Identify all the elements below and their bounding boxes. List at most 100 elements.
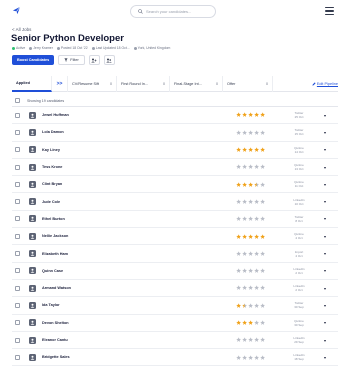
star-rating[interactable]: [236, 233, 265, 239]
row-checkbox[interactable]: [15, 302, 20, 308]
row-menu-caret-icon[interactable]: ▾: [324, 234, 326, 239]
row-menu-caret-icon[interactable]: ▾: [324, 251, 326, 256]
row-menu-caret-icon[interactable]: ▾: [324, 303, 326, 308]
star-icon[interactable]: [259, 285, 265, 291]
star-icon[interactable]: [236, 147, 242, 152]
star-rating[interactable]: [236, 164, 265, 170]
candidate-row[interactable]: Devon Shelton Quitme 30 Sep ▾: [12, 315, 338, 332]
tab-final-stage-interview[interactable]: Final-Stage Int... 0: [170, 75, 223, 92]
star-icon[interactable]: [253, 164, 259, 170]
candidate-name[interactable]: Eleanor Cantu: [42, 338, 68, 342]
star-rating[interactable]: [236, 354, 265, 360]
star-icon[interactable]: [259, 147, 265, 152]
star-icon[interactable]: [253, 130, 259, 135]
add-candidate-button[interactable]: [88, 55, 100, 65]
candidate-row[interactable]: Ethel Burton Twitter 8 Oct ▾: [12, 211, 338, 229]
star-icon[interactable]: [242, 130, 247, 135]
star-icon[interactable]: [248, 233, 253, 239]
candidate-name[interactable]: Ethel Burton: [42, 217, 65, 221]
candidate-row[interactable]: Jewel Huffman Twitter 25 Oct ▾: [12, 107, 338, 125]
search-input[interactable]: [146, 9, 214, 14]
star-icon[interactable]: [236, 216, 242, 222]
star-icon[interactable]: [242, 164, 247, 170]
candidate-row[interactable]: Jude Cole Linkedin 10 Oct ▾: [12, 193, 338, 211]
row-checkbox[interactable]: [15, 251, 20, 257]
star-icon[interactable]: [248, 320, 253, 325]
star-icon[interactable]: [259, 130, 265, 135]
row-checkbox[interactable]: [15, 320, 20, 326]
hamburger-icon[interactable]: [325, 7, 334, 15]
star-icon[interactable]: [242, 181, 247, 187]
star-icon[interactable]: [236, 199, 242, 204]
paper-plane-icon[interactable]: [12, 6, 21, 15]
star-icon[interactable]: [253, 285, 259, 291]
star-icon[interactable]: [248, 303, 253, 308]
star-rating[interactable]: [236, 303, 265, 308]
candidate-name[interactable]: Armand Watson: [42, 286, 71, 290]
tab-applied[interactable]: Applied: [12, 75, 52, 92]
star-icon[interactable]: [236, 268, 242, 273]
filter-button[interactable]: Filter: [58, 55, 85, 65]
candidate-name[interactable]: Jude Cole: [42, 200, 60, 204]
star-icon[interactable]: [248, 164, 253, 170]
row-checkbox[interactable]: [15, 285, 20, 291]
star-icon[interactable]: [253, 320, 259, 325]
row-menu-caret-icon[interactable]: ▾: [324, 286, 326, 291]
edit-pipeline-link[interactable]: Edit Pipeline: [312, 82, 338, 86]
row-menu-caret-icon[interactable]: ▾: [324, 320, 326, 325]
star-rating[interactable]: [236, 251, 265, 256]
star-icon[interactable]: [248, 285, 253, 291]
star-rating[interactable]: [236, 181, 265, 187]
star-rating[interactable]: [236, 216, 265, 222]
search-bar[interactable]: [130, 5, 216, 18]
row-checkbox[interactable]: [15, 181, 20, 187]
star-icon[interactable]: [253, 147, 259, 152]
star-icon[interactable]: [259, 320, 265, 325]
star-icon[interactable]: [242, 251, 247, 256]
star-icon[interactable]: [236, 130, 242, 135]
star-icon[interactable]: [236, 164, 242, 170]
row-menu-caret-icon[interactable]: ▾: [324, 147, 326, 152]
candidate-row[interactable]: Clint Bryan Quitme 11 Oct ▾: [12, 176, 338, 194]
star-icon[interactable]: [259, 112, 265, 118]
star-icon[interactable]: [259, 303, 265, 308]
star-icon[interactable]: [236, 285, 242, 291]
row-menu-caret-icon[interactable]: ▾: [324, 268, 326, 273]
star-icon[interactable]: [248, 354, 253, 360]
star-rating[interactable]: [236, 199, 265, 204]
star-icon[interactable]: [236, 251, 242, 256]
row-checkbox[interactable]: [15, 164, 20, 170]
row-menu-caret-icon[interactable]: ▾: [324, 199, 326, 204]
star-icon[interactable]: [253, 233, 259, 239]
star-icon[interactable]: [236, 112, 242, 118]
candidate-row[interactable]: Armand Watson Linkedin 2 Oct ▾: [12, 280, 338, 298]
star-icon[interactable]: [253, 268, 259, 273]
row-checkbox[interactable]: [15, 112, 20, 118]
star-icon[interactable]: [242, 337, 247, 343]
star-icon[interactable]: [248, 216, 253, 222]
star-icon[interactable]: [253, 251, 259, 256]
star-icon[interactable]: [242, 199, 247, 204]
star-icon[interactable]: [253, 354, 259, 360]
star-icon[interactable]: [248, 181, 253, 187]
candidate-row[interactable]: Kay Liney Quitme 14 Oct ▾: [12, 142, 338, 159]
star-rating[interactable]: [236, 268, 265, 273]
star-icon[interactable]: [236, 337, 242, 343]
candidate-row[interactable]: Bridgette Sales Linkedin 18 Sep ▾: [12, 349, 338, 367]
candidate-row[interactable]: Eleanor Cantu Linkedin 29 Sep ▾: [12, 332, 338, 350]
row-checkbox[interactable]: [15, 337, 20, 343]
star-rating[interactable]: [236, 112, 265, 118]
candidate-row[interactable]: Quinn Case Linkedin 2 Oct ▾: [12, 263, 338, 280]
star-icon[interactable]: [248, 199, 253, 204]
tab-scroll-arrows[interactable]: >>: [52, 75, 68, 92]
tab-first-round-interview[interactable]: First Round In... 0: [117, 75, 170, 92]
row-menu-caret-icon[interactable]: ▾: [324, 355, 326, 360]
candidate-name[interactable]: Ida Taylor: [42, 303, 60, 307]
star-rating[interactable]: [236, 147, 265, 152]
star-icon[interactable]: [242, 303, 247, 308]
star-icon[interactable]: [259, 164, 265, 170]
candidate-row[interactable]: Ida Taylor Twitter 30 Sep ▾: [12, 297, 338, 315]
candidate-name[interactable]: Kay Liney: [42, 148, 60, 152]
star-icon[interactable]: [259, 181, 265, 187]
row-checkbox[interactable]: [15, 268, 20, 274]
